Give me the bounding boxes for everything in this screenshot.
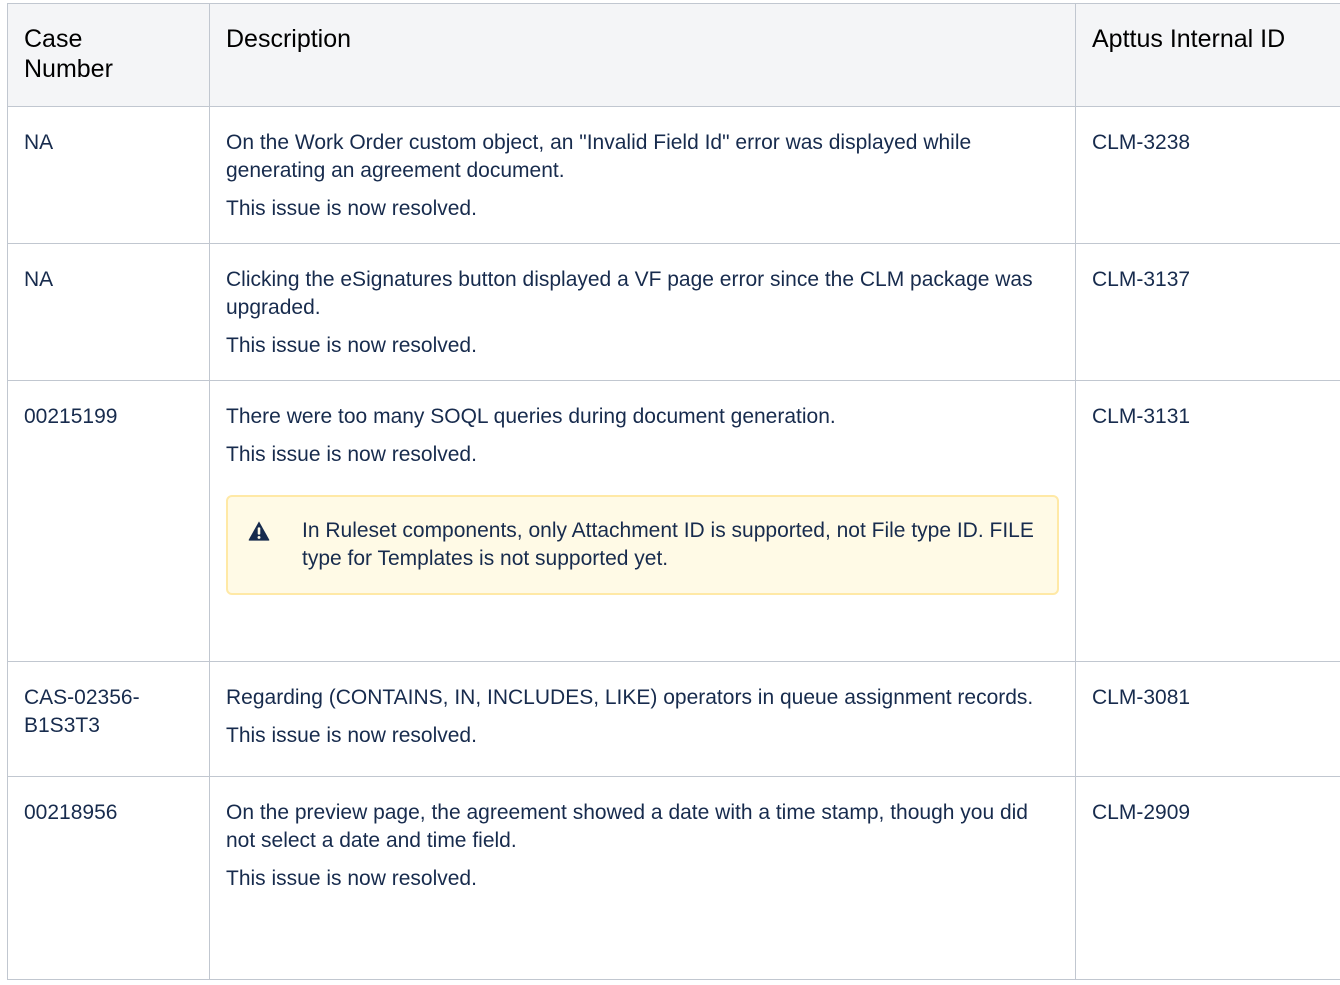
table-row: CAS-02356-B1S3T3 Regarding (CONTAINS, IN… [7,661,1340,777]
header-case-number-line1: Case [24,25,83,53]
header-internal-id: Apttus Internal ID [1075,3,1340,107]
resolution-text: This issue is now resolved. [226,334,477,357]
header-description: Description [209,3,1076,107]
description-text: Clicking the eSignatures button displaye… [226,268,1033,319]
description-text: There were too many SOQL queries during … [226,405,836,428]
case-number-cell: NA [7,106,210,244]
description-cell: Regarding (CONTAINS, IN, INCLUDES, LIKE)… [209,661,1076,777]
internal-id-cell: CLM-3238 [1075,106,1340,244]
description-text: On the preview page, the agreement showe… [226,801,1028,852]
table-row: NA On the Work Order custom object, an "… [7,106,1340,244]
description-text: Regarding (CONTAINS, IN, INCLUDES, LIKE)… [226,686,1034,709]
case-number-cell: 00215199 [7,380,210,662]
warning-text: In Ruleset components, only Attachment I… [302,519,1034,570]
table-row: 00218956 On the preview page, the agreem… [7,776,1340,980]
resolution-text: This issue is now resolved. [226,443,477,466]
table-header-row: Case Number Description Apttus Internal I… [7,3,1340,107]
case-number-cell: CAS-02356-B1S3T3 [7,661,210,777]
header-case-number: Case Number [7,3,210,107]
release-notes-table: Case Number Description Apttus Internal I… [7,3,1340,980]
internal-id-cell: CLM-3081 [1075,661,1340,777]
internal-id-cell: CLM-2909 [1075,776,1340,980]
resolution-text: This issue is now resolved. [226,724,477,747]
table-row: 00215199 There were too many SOQL querie… [7,380,1340,662]
table-row: NA Clicking the eSignatures button displ… [7,243,1340,381]
internal-id-cell: CLM-3131 [1075,380,1340,662]
description-cell: Clicking the eSignatures button displaye… [209,243,1076,381]
resolution-text: This issue is now resolved. [226,197,477,220]
internal-id-cell: CLM-3137 [1075,243,1340,381]
warning-panel: In Ruleset components, only Attachment I… [226,495,1059,595]
warning-icon [248,521,270,541]
description-text: On the Work Order custom object, an "Inv… [226,131,972,182]
case-number-cell: 00218956 [7,776,210,980]
description-cell: On the Work Order custom object, an "Inv… [209,106,1076,244]
resolution-text: This issue is now resolved. [226,867,477,890]
case-number-cell: NA [7,243,210,381]
header-case-number-line2: Number [24,55,113,83]
description-cell: On the preview page, the agreement showe… [209,776,1076,980]
description-cell: There were too many SOQL queries during … [209,380,1076,662]
